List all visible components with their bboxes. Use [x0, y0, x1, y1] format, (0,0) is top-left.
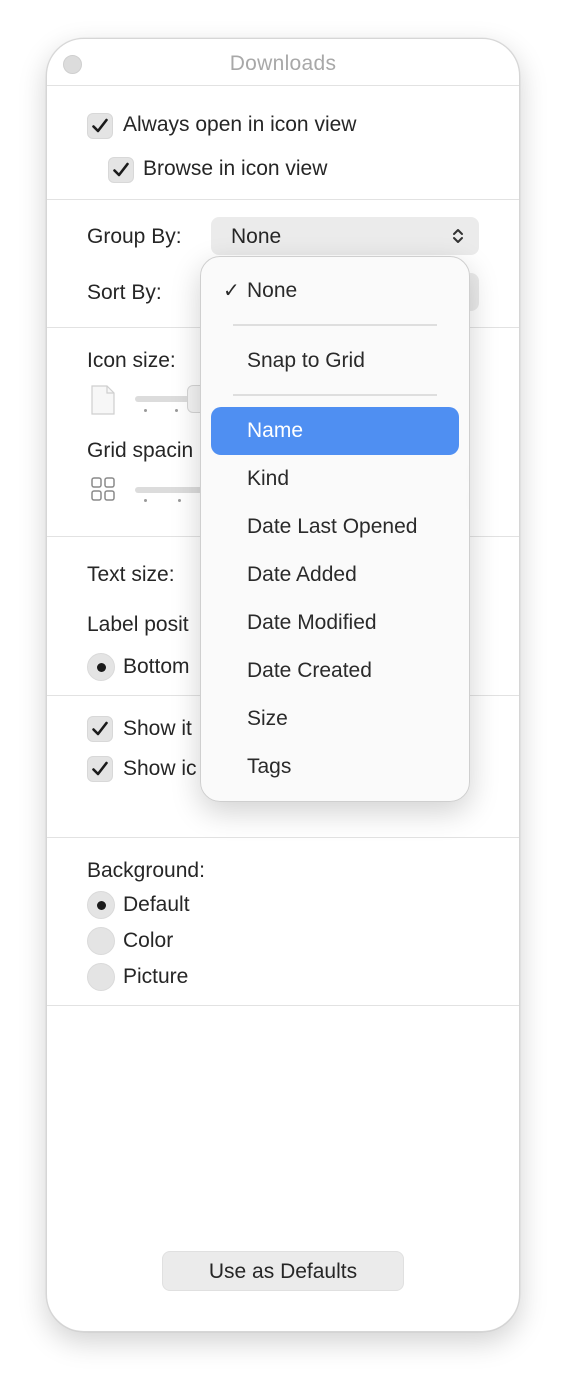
background-default-radio[interactable]: [87, 891, 115, 919]
show-item-info-label: Show it: [123, 717, 192, 740]
checkmark-icon: [92, 721, 108, 736]
divider: [47, 85, 519, 86]
window-title: Downloads: [229, 52, 337, 75]
titlebar: Downloads: [47, 39, 519, 87]
divider: [47, 199, 519, 200]
menu-item-label: Tags: [247, 755, 292, 778]
browse-icon-view-label: Browse in icon view: [143, 157, 328, 180]
sort-by-label: Sort By:: [87, 281, 162, 304]
checkmark-icon: [92, 118, 108, 133]
show-icon-preview-checkbox[interactable]: [87, 756, 113, 782]
menu-item-date-modified[interactable]: Date Modified: [201, 599, 469, 647]
slider-tick: [144, 409, 147, 412]
background-color-radio[interactable]: [87, 927, 115, 955]
menu-item-date-added[interactable]: Date Added: [201, 551, 469, 599]
use-as-defaults-button[interactable]: Use as Defaults: [162, 1251, 404, 1291]
divider: [47, 837, 519, 838]
show-icon-preview-label: Show ic: [123, 757, 197, 780]
show-item-info-checkbox[interactable]: [87, 716, 113, 742]
slider-tick: [175, 409, 178, 412]
icon-size-label: Icon size:: [87, 349, 176, 372]
chevron-updown-icon: [453, 229, 463, 243]
always-open-icon-view-label: Always open in icon view: [123, 113, 357, 136]
menu-item-kind[interactable]: Kind: [201, 455, 469, 503]
background-default-label: Default: [123, 893, 190, 916]
group-by-label: Group By:: [87, 225, 182, 248]
menu-separator: [233, 324, 437, 326]
divider: [47, 1005, 519, 1006]
menu-item-label: Kind: [247, 467, 290, 490]
browse-icon-view-checkbox[interactable]: [108, 157, 134, 183]
checkmark-icon: ✓: [223, 280, 240, 302]
checkmark-icon: [113, 162, 129, 177]
grid-spacing-label: Grid spacin: [87, 439, 194, 462]
menu-item-label: None: [247, 279, 298, 302]
menu-item-label: Date Created: [247, 659, 372, 682]
text-size-label: Text size:: [87, 563, 175, 586]
menu-item-label: Date Modified: [247, 611, 377, 634]
label-position-bottom-radio[interactable]: [87, 653, 115, 681]
group-by-popup[interactable]: None: [211, 217, 479, 255]
menu-item-size[interactable]: Size: [201, 695, 469, 743]
background-label: Background:: [87, 859, 205, 882]
menu-item-snap-to-grid[interactable]: Snap to Grid: [201, 337, 469, 385]
always-open-icon-view-checkbox[interactable]: [87, 113, 113, 139]
menu-item-label: Name: [247, 419, 304, 442]
background-color-label: Color: [123, 929, 174, 952]
background-picture-label: Picture: [123, 965, 189, 988]
menu-item-tags[interactable]: Tags: [201, 743, 469, 791]
grid-small-icon: [91, 477, 115, 501]
menu-item-date-created[interactable]: Date Created: [201, 647, 469, 695]
small-document-icon: [91, 385, 115, 415]
menu-item-label: Snap to Grid: [247, 349, 365, 372]
label-position-bottom-label: Bottom: [123, 655, 190, 678]
menu-item-name[interactable]: Name: [211, 407, 459, 455]
menu-separator: [233, 394, 437, 396]
menu-item-date-last-opened[interactable]: Date Last Opened: [201, 503, 469, 551]
background-picture-radio[interactable]: [87, 963, 115, 991]
menu-item-none[interactable]: ✓ None: [201, 267, 469, 315]
slider-tick: [178, 499, 181, 502]
checkmark-icon: [92, 761, 108, 776]
group-by-value: None: [231, 225, 282, 248]
sort-by-menu: ✓ None Snap to Grid Name Kind Date Last …: [200, 256, 470, 802]
menu-item-label: Size: [247, 707, 288, 730]
label-position-label: Label posit: [87, 613, 189, 636]
menu-item-label: Date Last Opened: [247, 515, 418, 538]
menu-item-label: Date Added: [247, 563, 357, 586]
slider-tick: [144, 499, 147, 502]
